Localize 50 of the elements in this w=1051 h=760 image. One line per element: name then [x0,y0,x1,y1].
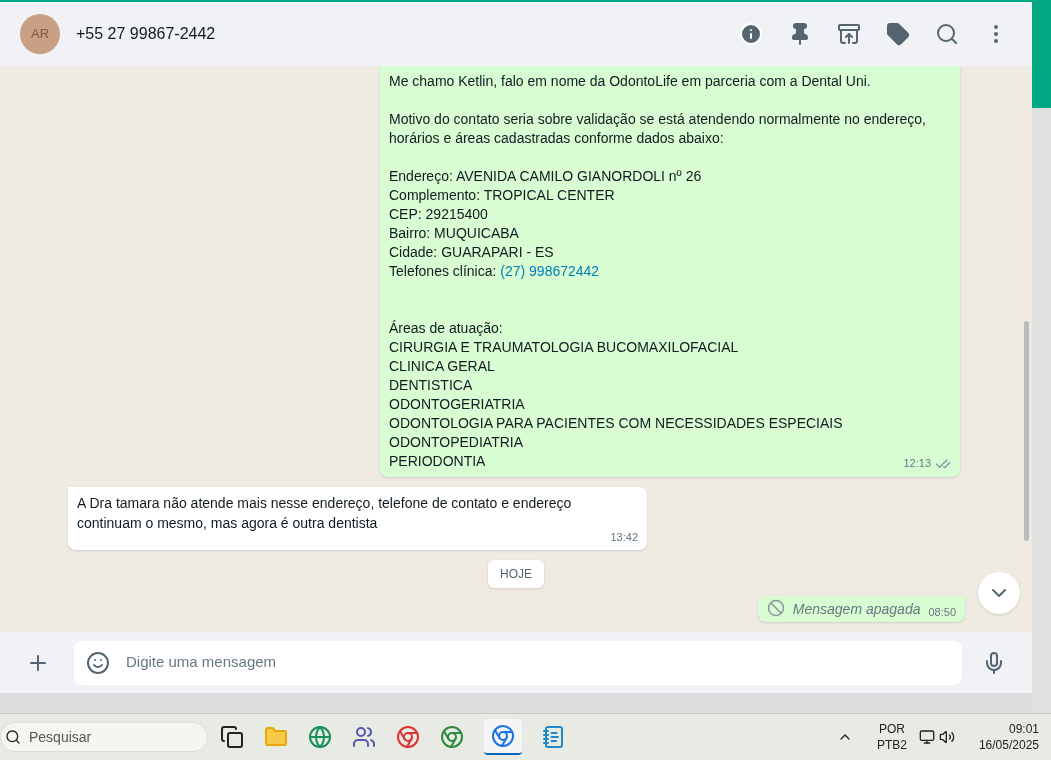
emoji-icon[interactable] [86,650,110,675]
scroll-down-button[interactable] [978,572,1020,614]
message-line: horários e áreas cadastradas conforme dados abaixo: [389,129,724,148]
message-line: Áreas de atuação: [389,319,503,338]
chrome-icon[interactable] [396,725,420,749]
info-icon[interactable] [739,22,763,46]
search-icon[interactable] [935,22,959,46]
message-line: Complemento: TROPICAL CENTER [389,186,615,205]
keyboard-layout-text[interactable]: PTB2 [876,737,907,753]
deleted-icon [766,599,785,617]
chrome-icon[interactable] [440,725,464,749]
search-icon [5,729,21,745]
message-text: A Dra tamara não atende mais nesse endereço, telefone de contato e endereço continuam o mesmo, mas agora é outra dentista [77,494,573,533]
message-line: Motivo do contato seria sobre validação se está atendendo normalmente no endereço, [389,110,926,129]
clock-time[interactable]: 09:01 [1008,721,1039,737]
message-line: Bairro: MUQUICABA [389,224,519,243]
message-line: ODONTOPEDIATRIA [389,433,524,452]
message-line: CIRURGIA E TRAUMATOLOGIA BUCOMAXILOFACIAL [389,338,739,357]
taskbar-search[interactable]: Pesquisar [0,722,208,752]
task-view-icon[interactable] [220,725,244,749]
teams-icon[interactable] [352,725,376,749]
message-line: CLINICA GERAL [389,357,495,376]
language-text[interactable]: POR [878,721,905,737]
notepad-icon[interactable] [542,725,566,749]
message-line: Me chamo Ketlin, falo em nome da OdontoLife em parceria com a Dental Uni. [389,72,871,91]
message-line: CEP: 29215400 [389,205,488,224]
message-line: DENTISTICA [389,376,473,395]
message-line: ODONTOGERIATRIA [389,395,525,414]
message-line: Telefones clínica: [389,262,498,281]
active-app-tile[interactable] [484,719,522,755]
phone-link[interactable]: (27) 998672442 [500,262,600,281]
message-line: Endereço: AVENIDA CAMILO GIANORDOLI nº 26 [389,167,702,186]
message-time: 12:13 [903,456,931,471]
network-icon[interactable] [918,729,935,745]
message-line: PERIODONTIA [389,452,486,471]
message-line: Cidade: GUARAPARI - ES [389,243,554,262]
label-icon[interactable] [886,22,910,46]
message-input[interactable]: Digite uma mensagem [74,640,962,685]
message-time: 08:50 [928,604,956,620]
clock-date[interactable]: 16/05/2025 [978,737,1039,753]
deleted-message-text: Mensagem apagada [792,600,921,619]
archive-icon[interactable] [837,22,861,46]
chrome-icon [491,724,515,748]
message-time: 13:42 [610,530,638,545]
contact-name: +55 27 99867-2442 [76,24,216,44]
search-placeholder: Pesquisar [29,727,92,747]
browser-icon[interactable] [308,725,332,749]
volume-icon[interactable] [938,729,955,745]
message-field[interactable]: Digite uma mensagem [126,651,950,674]
message-line: ODONTOLOGIA PARA PACIENTES COM NECESSIDADES ESPECIAIS [389,414,843,433]
